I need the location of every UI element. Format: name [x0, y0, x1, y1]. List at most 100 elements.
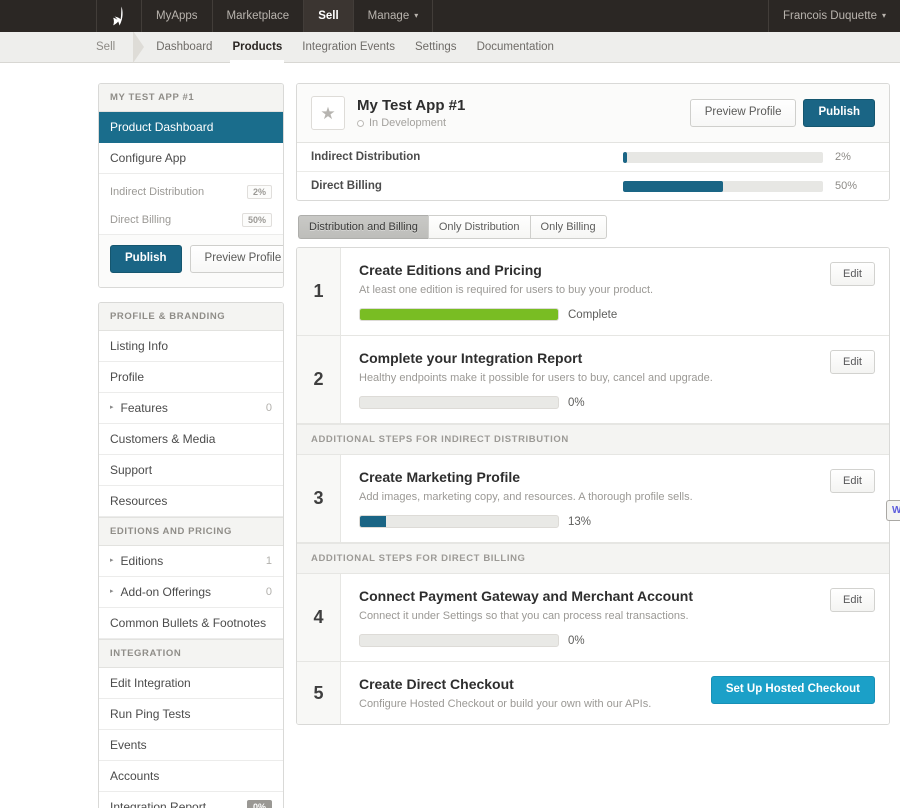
breadcrumb-item-products[interactable]: Products [222, 32, 292, 63]
step-top: Create Editions and Pricing At least one … [359, 262, 875, 296]
status-dot-icon [357, 119, 364, 127]
nav-item-label: MyApps [156, 10, 198, 22]
breadcrumb-item-integration-events[interactable]: Integration Events [292, 32, 405, 62]
sidebar-item-run-ping-tests[interactable]: Run Ping Tests [99, 699, 283, 730]
sidebar-item-label: Support [110, 462, 153, 477]
set-up-hosted-checkout-button[interactable]: Set Up Hosted Checkout [710, 676, 875, 704]
sidebar-item-configure-app[interactable]: Configure App [99, 143, 283, 174]
user-menu[interactable]: Francois Duquette ▾ [768, 0, 900, 32]
step-action: Edit [818, 469, 875, 493]
nav-item-label: Manage [367, 10, 410, 22]
sidebar-item-label: Events [110, 737, 147, 752]
sidebar-preview-profile-button[interactable]: Preview Profile [189, 245, 283, 273]
sidebar-item-edit-integration[interactable]: Edit Integration [99, 668, 283, 699]
progress-bar-indirect-distribution [623, 151, 823, 163]
sidebar-item-label: Edit Integration [110, 675, 191, 690]
sidebar-section-title-editions-pricing: EDITIONS AND PRICING [99, 516, 283, 546]
nav-item-sell[interactable]: Sell [304, 0, 354, 32]
sidebar-item-common-bullets-footnotes[interactable]: Common Bullets & Footnotes [99, 608, 283, 639]
progress-bar-direct-billing [623, 180, 823, 192]
sidebar-item-addon-offerings[interactable]: ▸ Add-on Offerings 0 [99, 577, 283, 608]
sidebar-item-features[interactable]: ▸ Features 0 [99, 393, 283, 424]
breadcrumb-item-settings[interactable]: Settings [405, 32, 467, 62]
app-status: In Development [357, 117, 465, 129]
step-description: Add images, marketing copy, and resource… [359, 491, 693, 503]
sidebar-meter-indirect-distribution: Indirect Distribution 2% [99, 174, 283, 206]
edit-button[interactable]: Edit [830, 469, 875, 493]
edit-button[interactable]: Edit [830, 588, 875, 612]
step-title: Complete your Integration Report [359, 350, 583, 366]
tab-label: Only Distribution [438, 221, 520, 233]
step-action: Edit [818, 262, 875, 286]
sidebar-item-count: 0 [265, 585, 272, 598]
step-top: Create Direct Checkout Configure Hosted C… [359, 676, 875, 710]
app-status-label: In Development [369, 117, 447, 129]
breadcrumb-root-sell[interactable]: Sell [96, 32, 133, 62]
step-title: Create Marketing Profile [359, 469, 521, 485]
step-text: Create Direct Checkout Configure Hosted C… [359, 676, 651, 710]
progress-value: 13% [568, 515, 592, 528]
step-progress: 0% [359, 396, 875, 409]
sidebar-item-support[interactable]: Support [99, 455, 283, 486]
sidebar-meter-label: Indirect Distribution [110, 186, 205, 198]
nav-item-manage[interactable]: Manage ▾ [354, 0, 434, 32]
sidebar-item-resources[interactable]: Resources [99, 486, 283, 517]
step-number: 1 [297, 248, 341, 335]
progress-value: 2% [835, 151, 851, 163]
sidebar-item-editions[interactable]: ▸ Editions 1 [99, 546, 283, 577]
status-badge: 50% [241, 213, 272, 227]
tab-only-distribution[interactable]: Only Distribution [427, 215, 530, 239]
breadcrumb-item-label: Documentation [476, 41, 554, 53]
nav-item-marketplace[interactable]: Marketplace [213, 0, 305, 32]
status-badge: 0% [246, 799, 272, 808]
breadcrumb-item-dashboard[interactable]: Dashboard [146, 32, 222, 62]
step-action: Edit [818, 350, 875, 374]
preview-profile-button[interactable]: Preview Profile [689, 99, 797, 127]
nav-item-myapps[interactable]: MyApps [142, 0, 213, 32]
meter-label: Direct Billing [311, 180, 382, 192]
chevron-down-icon: ▾ [414, 10, 419, 20]
page-body: MY TEST APP #1 Product Dashboard Configu… [0, 63, 900, 808]
app-header-actions: Preview Profile Publish [689, 99, 875, 127]
progress-value: Complete [568, 308, 618, 321]
progress-value: 0% [568, 634, 585, 647]
sidebar-item-accounts[interactable]: Accounts [99, 761, 283, 792]
sidebar-action-buttons: Publish Preview Profile [99, 234, 283, 287]
edit-button[interactable]: Edit [830, 262, 875, 286]
breadcrumb-separator-icon [133, 31, 145, 63]
step-description: At least one edition is required for use… [359, 284, 654, 296]
app-window: MyApps Marketplace Sell Manage ▾ Francoi… [0, 0, 900, 808]
tab-only-billing[interactable]: Only Billing [529, 215, 607, 239]
appdirect-logo-icon[interactable] [96, 0, 142, 32]
setup-step-row: 1 Create Editions and Pricing At least one… [297, 248, 889, 336]
publish-button[interactable]: Publish [803, 99, 875, 127]
sidebar-item-profile[interactable]: Profile [99, 362, 283, 393]
app-icon: ★ [311, 96, 345, 130]
sidebar-app-card-title: MY TEST APP #1 [99, 84, 283, 112]
sidebar-item-label: Resources [110, 493, 168, 508]
sidebar-item-product-dashboard[interactable]: Product Dashboard [99, 112, 283, 143]
sidebar-publish-button[interactable]: Publish [110, 245, 182, 273]
page-title: My Test App #1 [357, 97, 466, 114]
edit-button[interactable]: Edit [830, 350, 875, 374]
breadcrumb-item-documentation[interactable]: Documentation [467, 32, 564, 62]
tab-distribution-and-billing[interactable]: Distribution and Billing [298, 215, 428, 239]
step-progress: 0% [359, 634, 875, 647]
sidebar-item-events[interactable]: Events [99, 730, 283, 761]
sidebar-item-listing-info[interactable]: Listing Info [99, 331, 283, 362]
progress-bar-fill [623, 151, 627, 163]
sidebar-item-label: Accounts [110, 768, 160, 783]
step-top: Connect Payment Gateway and Merchant Acc… [359, 588, 875, 622]
nav-item-label: Marketplace [226, 10, 290, 22]
triangle-right-icon: ▸ [110, 403, 114, 411]
feedback-widget-tab[interactable]: Wh [886, 500, 900, 521]
breadcrumb-item-label: Dashboard [156, 41, 213, 53]
sidebar-item-label: Run Ping Tests [110, 706, 191, 721]
sidebar-item-label: Features [120, 400, 168, 415]
progress-bar-fill [623, 180, 723, 192]
sidebar-item-integration-report[interactable]: Integration Report 0% [99, 792, 283, 808]
sidebar-item-customers-media[interactable]: Customers & Media [99, 424, 283, 455]
triangle-right-icon: ▸ [110, 556, 114, 564]
progress-bar-track [359, 634, 559, 647]
step-description: Connect it under Settings so that you ca… [359, 610, 689, 622]
